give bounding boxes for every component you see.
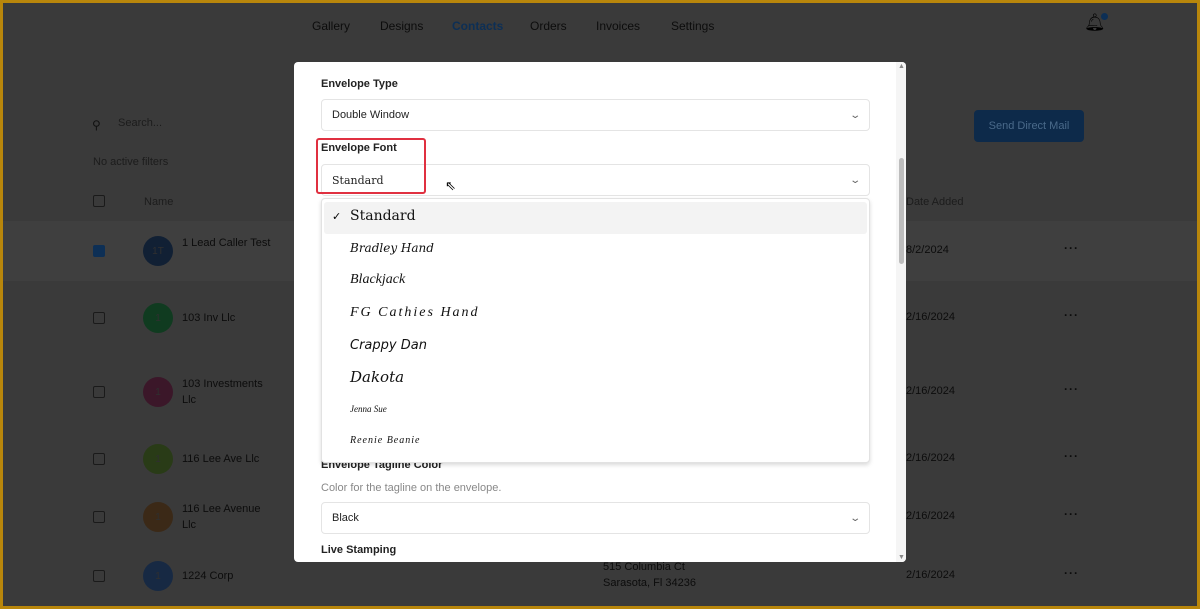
avatar: 1	[143, 561, 173, 591]
date-added: 2/16/2024	[906, 569, 955, 581]
contact-name[interactable]: 1224 Corp	[182, 568, 277, 584]
date-column-header[interactable]: Date Added	[906, 196, 964, 208]
address-line: Sarasota, Fl 34236	[603, 577, 696, 589]
contact-name[interactable]: 116 Lee Avenue Llc	[182, 501, 277, 533]
address-line: 515 Columbia Ct	[603, 561, 685, 573]
avatar: 1T	[143, 236, 173, 266]
row-checkbox[interactable]	[93, 570, 105, 582]
envelope-type-label: Envelope Type	[321, 78, 398, 90]
date-added: 2/16/2024	[906, 452, 955, 464]
tagline-color-value: Black	[332, 512, 359, 524]
envelope-type-value: Double Window	[332, 109, 410, 121]
notification-dot	[1100, 13, 1108, 20]
font-option-bradley-hand[interactable]: Bradley Hand	[350, 241, 434, 255]
more-options-icon[interactable]: ···	[1064, 382, 1079, 396]
app-window: Gallery Designs Contacts Orders Invoices…	[3, 3, 1197, 606]
scroll-up-icon[interactable]: ▲	[898, 63, 905, 70]
font-option-crappy-dan[interactable]: Crappy Dan	[350, 338, 427, 353]
more-options-icon[interactable]: ···	[1064, 449, 1079, 463]
date-added: 2/16/2024	[906, 385, 955, 397]
contact-name[interactable]: 1 Lead Caller Test	[182, 235, 277, 251]
scrollbar-thumb[interactable]	[899, 158, 904, 264]
row-checkbox[interactable]	[93, 453, 105, 465]
contact-name[interactable]: 103 Investments Llc	[182, 376, 277, 408]
envelope-type-select[interactable]: Double Window ⌄	[321, 99, 870, 131]
modal-scrollbar[interactable]: ▲ ▼	[896, 62, 906, 562]
more-options-icon[interactable]: ···	[1064, 507, 1079, 521]
font-option-jenna-sue[interactable]: Jenna Sue	[350, 404, 387, 414]
avatar: 1	[143, 303, 173, 333]
font-option-fg-cathies-hand[interactable]: FG Cathies Hand	[350, 305, 480, 321]
nav-designs[interactable]: Designs	[380, 19, 423, 33]
nav-contacts[interactable]: Contacts	[452, 19, 503, 33]
font-option-blackjack[interactable]: Blackjack	[350, 272, 405, 288]
date-added: 2/16/2024	[906, 510, 955, 522]
tagline-color-description: Color for the tagline on the envelope.	[321, 482, 502, 494]
chevron-down-icon: ⌄	[848, 109, 861, 121]
live-stamping-label: Live Stamping	[321, 544, 397, 556]
date-added: 2/16/2024	[906, 311, 955, 323]
check-icon: ✓	[332, 211, 342, 223]
search-icon: ⚲	[92, 118, 101, 132]
font-option-dakota[interactable]: Dakota	[350, 368, 404, 386]
row-checkbox[interactable]	[93, 511, 105, 523]
send-direct-mail-button[interactable]: Send Direct Mail	[974, 110, 1084, 142]
contact-name[interactable]: 116 Lee Ave Llc	[182, 451, 277, 467]
chevron-down-icon: ⌄	[848, 174, 861, 186]
avatar: 1	[143, 444, 173, 474]
name-column-header[interactable]: Name	[144, 196, 173, 208]
nav-orders[interactable]: Orders	[530, 19, 567, 33]
nav-gallery[interactable]: Gallery	[312, 19, 350, 33]
avatar: 1	[143, 502, 173, 532]
date-added: 8/2/2024	[906, 244, 949, 256]
filters-status: No active filters	[93, 156, 169, 168]
nav-invoices[interactable]: Invoices	[596, 19, 640, 33]
font-dropdown-list: ✓ Standard Bradley Hand Blackjack FG Cat…	[321, 198, 870, 463]
more-options-icon[interactable]: ···	[1064, 566, 1079, 580]
font-option-reenie-beanie[interactable]: Reenie Beanie	[350, 435, 420, 446]
scroll-down-icon[interactable]: ▼	[898, 554, 905, 561]
select-all-checkbox[interactable]	[93, 195, 105, 207]
row-checkbox[interactable]	[93, 312, 105, 324]
more-options-icon[interactable]: ···	[1064, 241, 1079, 255]
mouse-cursor-icon: ⇖	[445, 178, 456, 193]
contact-name[interactable]: 103 Inv Llc	[182, 310, 277, 326]
nav-settings[interactable]: Settings	[671, 19, 714, 33]
bell-icon[interactable]: 🔔︎	[1084, 13, 1108, 33]
row-checkbox[interactable]	[93, 386, 105, 398]
highlight-box	[316, 138, 426, 194]
chevron-down-icon: ⌄	[848, 512, 861, 524]
avatar: 1	[143, 377, 173, 407]
row-checkbox[interactable]	[93, 245, 105, 257]
font-option-standard[interactable]: Standard	[350, 208, 416, 224]
more-options-icon[interactable]: ···	[1064, 308, 1079, 322]
search-input[interactable]	[118, 117, 268, 129]
tagline-color-select[interactable]: Black ⌄	[321, 502, 870, 534]
